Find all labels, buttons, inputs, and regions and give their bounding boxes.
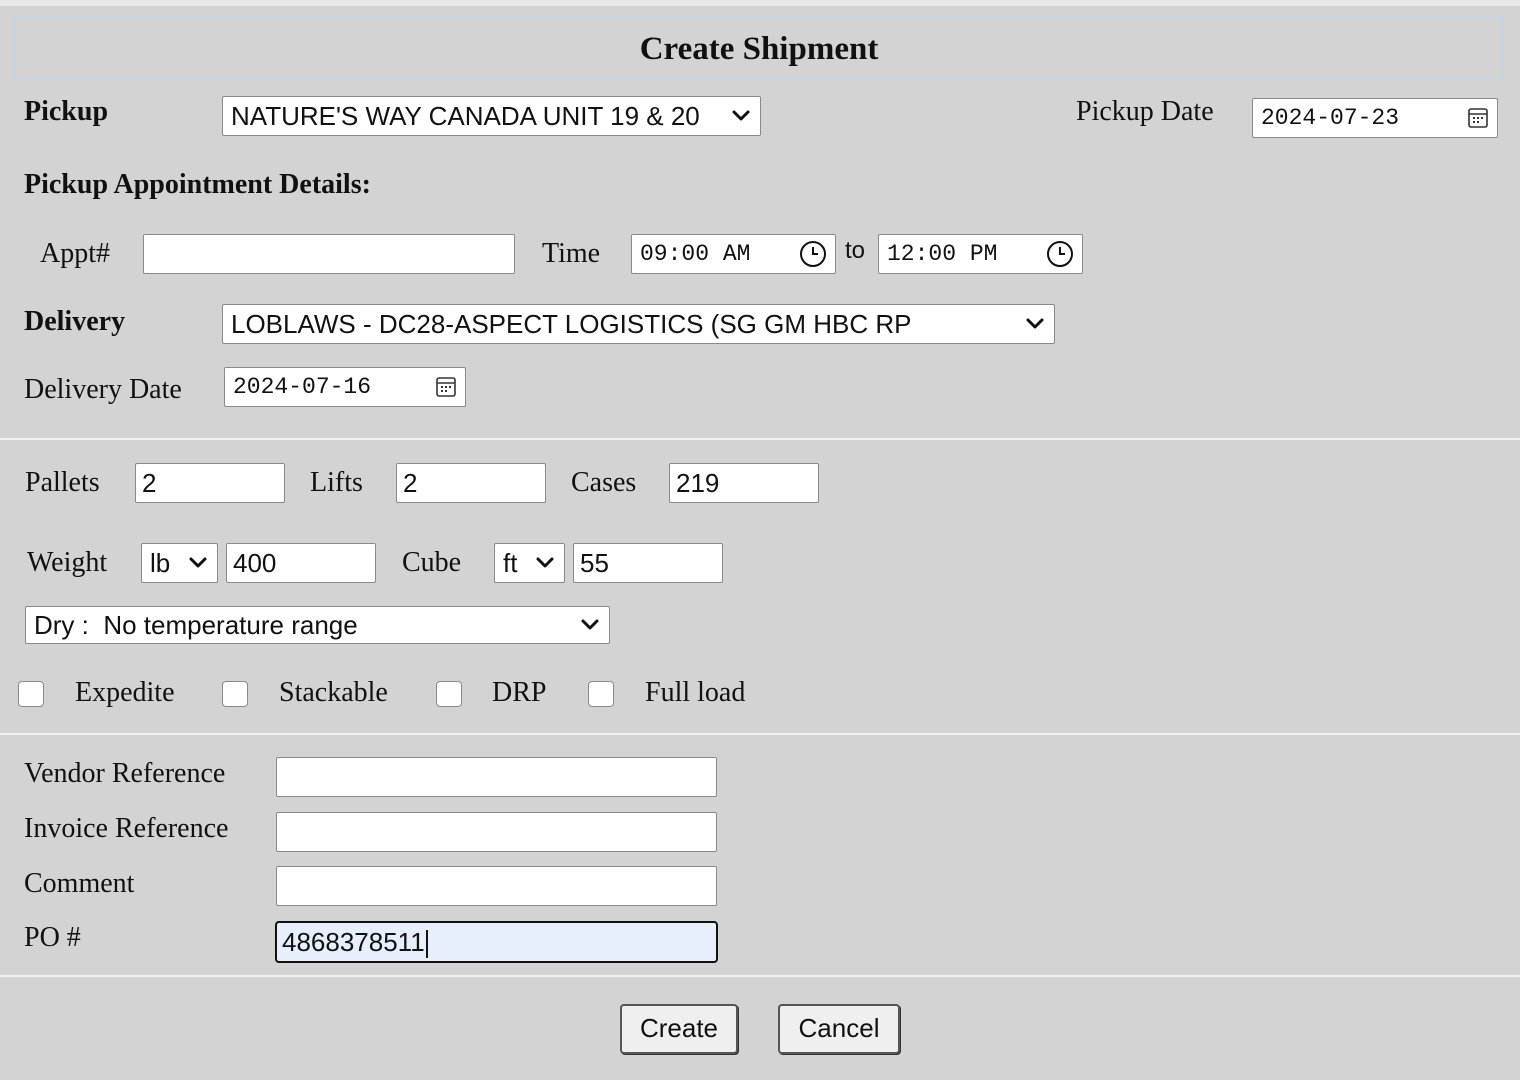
calendar-icon[interactable]: [1467, 107, 1489, 129]
appt-number-input[interactable]: [143, 234, 515, 274]
chevron-down-icon: [581, 619, 599, 630]
cube-unit-value: ft: [503, 547, 518, 578]
pickup-select[interactable]: NATURE'S WAY CANADA UNIT 19 & 20: [222, 96, 761, 136]
cube-unit-select[interactable]: ft: [494, 543, 565, 583]
drp-label: DRP: [492, 677, 547, 708]
chevron-down-icon: [732, 110, 750, 121]
weight-input[interactable]: 400: [226, 543, 376, 583]
pickup-select-value: NATURE'S WAY CANADA UNIT 19 & 20: [231, 100, 700, 131]
clock-icon[interactable]: [1046, 240, 1074, 268]
create-button[interactable]: Create: [620, 1004, 738, 1054]
lifts-input[interactable]: 2: [396, 463, 546, 503]
weight-unit-value: lb: [150, 547, 171, 578]
weight-unit-select[interactable]: lb: [141, 543, 218, 583]
time-label: Time: [542, 238, 601, 269]
delivery-date-label: Delivery Date: [24, 374, 182, 405]
stackable-checkbox[interactable]: [222, 681, 248, 707]
drp-checkbox[interactable]: [436, 681, 462, 707]
delivery-label: Delivery: [24, 306, 126, 337]
to-label: to: [845, 237, 866, 264]
temperature-select[interactable]: Dry : No temperature range: [25, 606, 610, 644]
time-to-input[interactable]: 12:00 PM: [878, 234, 1083, 274]
calendar-icon[interactable]: [435, 376, 457, 398]
form-header: Create Shipment: [14, 16, 1504, 80]
full-load-checkbox[interactable]: [588, 681, 614, 707]
stackable-label: Stackable: [279, 677, 388, 708]
top-border: [0, 0, 1520, 6]
full-load-label: Full load: [645, 677, 746, 708]
cases-input[interactable]: 219: [669, 463, 819, 503]
expedite-checkbox[interactable]: [18, 681, 44, 707]
section-divider: [0, 733, 1520, 735]
text-caret: [425, 930, 428, 959]
invoice-reference-input[interactable]: [276, 812, 717, 852]
po-number-input[interactable]: 4868378511: [275, 921, 718, 963]
expedite-label: Expedite: [75, 677, 175, 708]
chevron-down-icon: [1026, 318, 1044, 329]
section-divider: [0, 438, 1520, 440]
pickup-date-label: Pickup Date: [1076, 96, 1214, 127]
cases-label: Cases: [571, 467, 637, 498]
pallets-input[interactable]: 2: [135, 463, 285, 503]
comment-input[interactable]: [276, 866, 717, 906]
appointment-heading: Pickup Appointment Details:: [24, 169, 371, 200]
pickup-label: Pickup: [24, 96, 109, 127]
comment-label: Comment: [24, 868, 135, 899]
delivery-date-input[interactable]: 2024-07-16: [224, 367, 466, 407]
po-number-label: PO #: [24, 922, 81, 953]
delivery-select[interactable]: LOBLAWS - DC28-ASPECT LOGISTICS (SG GM H…: [222, 304, 1055, 344]
weight-label: Weight: [27, 547, 108, 578]
appt-label: Appt#: [40, 238, 110, 269]
invoice-reference-label: Invoice Reference: [24, 813, 229, 844]
lifts-label: Lifts: [310, 467, 363, 498]
clock-icon[interactable]: [799, 240, 827, 268]
time-from-input[interactable]: 09:00 AM: [631, 234, 836, 274]
time-to-value: 12:00 PM: [887, 241, 998, 267]
pickup-date-value: 2024-07-23: [1261, 105, 1400, 131]
vendor-reference-label: Vendor Reference: [24, 758, 226, 789]
cube-label: Cube: [402, 547, 462, 578]
time-from-value: 09:00 AM: [640, 241, 751, 267]
chevron-down-icon: [536, 557, 554, 568]
po-number-value: 4868378511: [282, 927, 425, 957]
section-divider: [0, 975, 1520, 977]
chevron-down-icon: [189, 557, 207, 568]
pallets-label: Pallets: [25, 467, 100, 498]
vendor-reference-input[interactable]: [276, 757, 717, 797]
cube-input[interactable]: 55: [573, 543, 723, 583]
delivery-date-value: 2024-07-16: [233, 374, 372, 400]
delivery-select-value: LOBLAWS - DC28-ASPECT LOGISTICS (SG GM H…: [231, 308, 912, 339]
cancel-button[interactable]: Cancel: [778, 1004, 900, 1054]
pickup-date-input[interactable]: 2024-07-23: [1252, 98, 1498, 138]
page-title: Create Shipment: [639, 31, 879, 67]
temperature-select-value: Dry : No temperature range: [34, 609, 358, 640]
